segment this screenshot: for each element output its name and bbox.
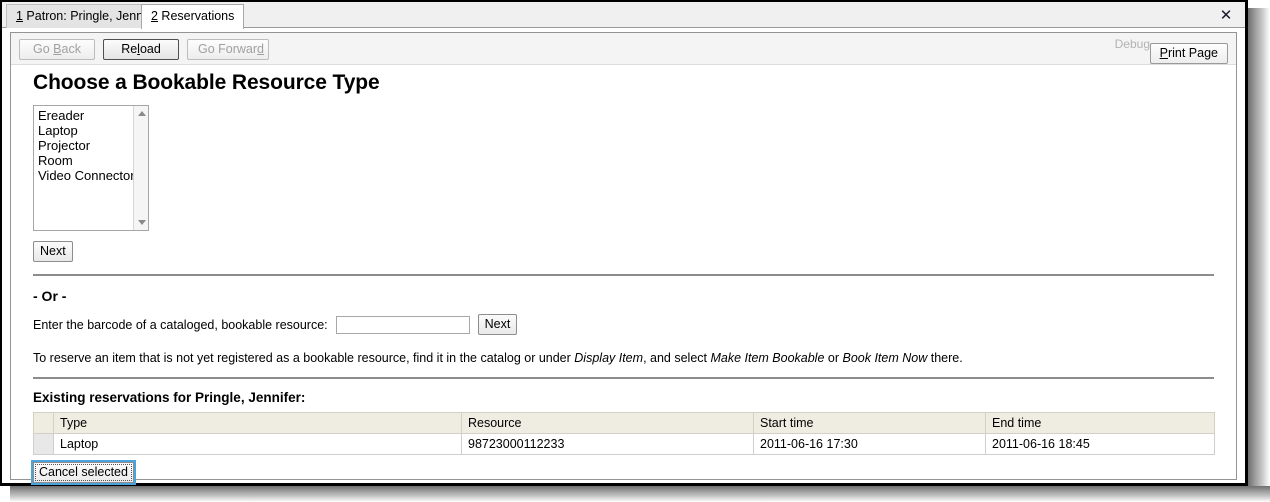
reservations-table: Type Resource Start time End time Laptop… — [33, 412, 1215, 455]
list-item[interactable]: Laptop — [36, 123, 148, 138]
barcode-label: Enter the barcode of a cataloged, bookab… — [33, 317, 328, 332]
tab-reservations-accelerator: 2 — [151, 9, 158, 23]
tab-patron-label: Patron: Pringle, Jennifer — [22, 9, 161, 23]
scroll-up-icon[interactable] — [134, 106, 148, 121]
barcode-input[interactable] — [335, 315, 470, 334]
table-header-row: Type Resource Start time End time — [33, 412, 1215, 434]
list-item[interactable]: Video Connector — [36, 168, 148, 183]
divider-rule-2 — [33, 377, 1214, 379]
tab-patron-accelerator: 1 — [16, 9, 23, 23]
print-page-button[interactable]: Print Page — [1149, 43, 1228, 64]
reload-label-post: oad — [139, 42, 161, 56]
hint-part-4: there. — [927, 351, 963, 365]
window-shadow-bottom — [10, 486, 1270, 502]
browser-toolbar: Go Back Reload Go Forward Debug Print Pa… — [11, 33, 1236, 65]
hint-emphasis-make-item-bookable: Make Item Bookable — [710, 351, 825, 365]
resource-type-listbox[interactable]: Ereader Laptop Projector Room Video Conn… — [33, 105, 149, 231]
print-page-accelerator: P — [1159, 46, 1168, 60]
table-row[interactable]: Laptop 98723000112233 2011-06-16 17:30 2… — [33, 433, 1215, 455]
or-divider-label: - Or - — [33, 288, 67, 304]
go-forward-button[interactable]: Go Forward — [187, 39, 269, 60]
hint-emphasis-book-item-now: Book Item Now — [842, 351, 928, 365]
page-title: Choose a Bookable Resource Type — [33, 71, 380, 94]
reload-button[interactable]: Reload — [103, 39, 179, 60]
hint-part-3: or — [824, 351, 843, 365]
row-select-cell[interactable] — [33, 433, 54, 455]
go-back-label-pre: Go — [33, 42, 54, 56]
go-back-button[interactable]: Go Back — [19, 39, 95, 60]
hint-part-1: To reserve an item that is not yet regis… — [33, 351, 575, 365]
close-icon[interactable]: ✕ — [1217, 6, 1235, 24]
go-forward-accelerator: d — [257, 42, 264, 56]
browser-pane: Go Back Reload Go Forward Debug Print Pa… — [10, 32, 1237, 483]
tab-reservations-label: Reservations — [157, 9, 235, 23]
hint-part-2: , and select — [643, 351, 711, 365]
scroll-down-icon[interactable] — [134, 215, 148, 230]
window-shadow-right — [1248, 8, 1270, 502]
cell-start-time: 2011-06-16 17:30 — [753, 433, 986, 455]
next-barcode-button[interactable]: Next — [477, 314, 518, 335]
page-content: Choose a Bookable Resource Type Ereader … — [11, 65, 1236, 483]
select-column-header — [33, 412, 54, 434]
column-header-resource: Resource — [461, 412, 754, 434]
go-forward-label-pre: Go Forwar — [198, 42, 258, 56]
list-item[interactable]: Projector — [36, 138, 148, 153]
hint-emphasis-display-item: Display Item — [574, 351, 644, 365]
cell-resource: 98723000112233 — [461, 433, 754, 455]
listbox-scrollbar[interactable] — [133, 106, 148, 230]
hint-text: To reserve an item that is not yet regis… — [33, 351, 1214, 365]
barcode-entry-row: Enter the barcode of a cataloged, bookab… — [33, 314, 1214, 335]
application-window: 1 Patron: Pringle, Jennifer 2 Reservatio… — [0, 0, 1248, 486]
column-header-type: Type — [53, 412, 462, 434]
debug-label: Debug — [1114, 37, 1150, 51]
next-resource-type-button[interactable]: Next — [33, 241, 73, 262]
tab-reservations[interactable]: 2 Reservations — [141, 4, 245, 29]
divider-rule-1 — [33, 274, 1214, 276]
go-back-label-post: ack — [61, 42, 81, 56]
go-back-accelerator: B — [53, 42, 62, 56]
print-page-label-post: rint Page — [1167, 46, 1218, 60]
cancel-selected-button[interactable]: Cancel selected — [33, 462, 134, 483]
column-header-end-time: End time — [985, 412, 1215, 434]
cell-type: Laptop — [53, 433, 462, 455]
list-item[interactable]: Room — [36, 153, 148, 168]
tab-strip: 1 Patron: Pringle, Jennifer 2 Reservatio… — [2, 2, 1245, 29]
reload-label-pre: Re — [121, 42, 138, 56]
cell-end-time: 2011-06-16 18:45 — [985, 433, 1215, 455]
existing-reservations-title: Existing reservations for Pringle, Jenni… — [33, 390, 306, 405]
list-item[interactable]: Ereader — [36, 108, 148, 123]
column-header-start-time: Start time — [753, 412, 986, 434]
